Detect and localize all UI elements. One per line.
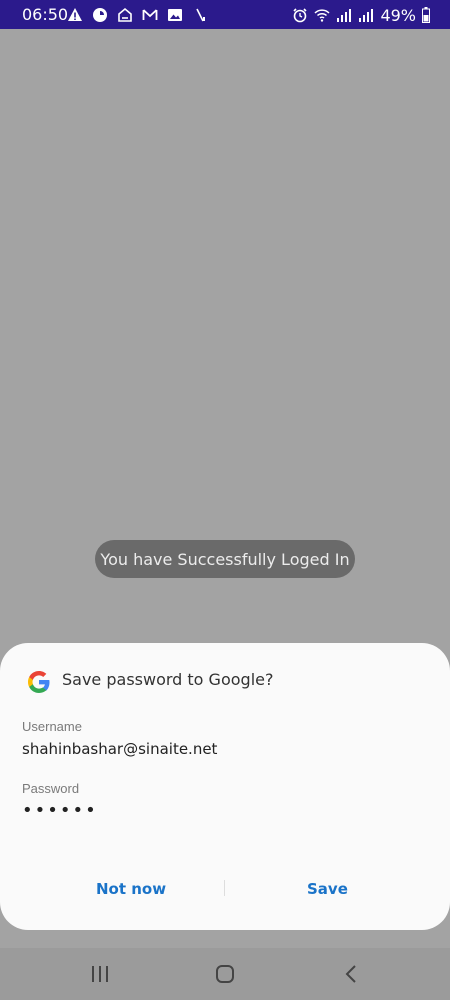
password-label: Password [22,781,80,796]
shield-icon [118,7,132,22]
status-time: 06:50 [22,5,69,24]
login-success-toast: You have Successfully Loged In [95,540,355,578]
battery-icon [422,7,430,23]
password-value: •••••• [22,800,98,821]
back-button[interactable] [311,948,391,1000]
recents-button[interactable] [60,948,140,1000]
save-button[interactable]: Save [307,880,348,898]
home-button[interactable] [185,948,265,1000]
status-bar: 06:50 49% [0,0,450,29]
not-now-button[interactable]: Not now [96,880,166,898]
signal-slash-icon [196,8,205,22]
navigation-bar [0,948,450,1000]
recents-icon [92,966,108,982]
toast-message: You have Successfully Loged In [100,549,350,569]
back-icon [345,965,356,983]
sheet-title: Save password to Google? [62,670,274,689]
data-saver-icon [93,8,107,22]
battery-percent: 49% [380,5,416,25]
username-value: shahinbashar@sinaite.net [22,740,218,758]
username-label: Username [22,719,82,734]
google-logo-icon [28,671,50,693]
alarm-icon [293,8,308,23]
image-icon [168,9,182,21]
home-icon [216,965,234,983]
button-divider [224,880,225,896]
notification-icons [67,6,208,24]
system-icons: 49% [292,5,430,25]
gmail-icon [142,9,158,20]
alert-icon [68,8,82,21]
signal-icon [337,9,352,22]
signal-icon [359,9,374,22]
wifi-icon [314,9,330,22]
